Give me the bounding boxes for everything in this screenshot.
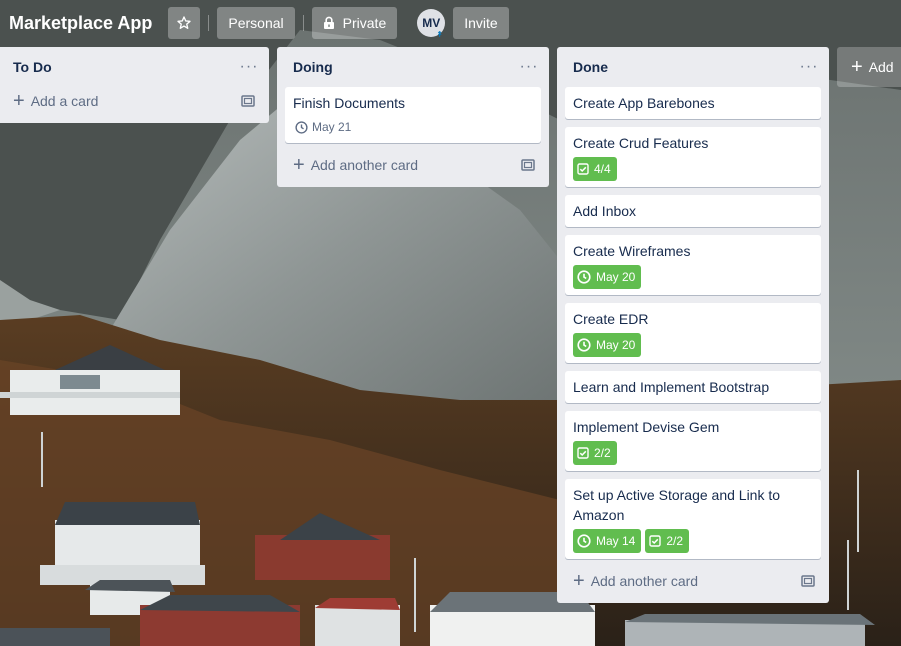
add-card-button[interactable]: + Add a card — [5, 87, 261, 115]
add-list-button[interactable]: + Add — [837, 47, 901, 87]
plus-icon: + — [293, 154, 305, 176]
add-card-label: Add another card — [310, 157, 419, 173]
add-card-label: Add another card — [590, 573, 699, 589]
clock-icon — [577, 270, 591, 284]
add-card-button[interactable]: + Add another card — [285, 151, 541, 179]
checkbox-icon — [577, 163, 589, 175]
card-create-wireframes[interactable]: Create Wireframes May 20 — [565, 235, 821, 295]
due-date-badge[interactable]: May 21 — [293, 117, 353, 137]
board-title[interactable]: Marketplace App — [9, 7, 160, 39]
member-avatar[interactable]: MV ↟ — [417, 9, 446, 39]
workspace-button[interactable]: Personal — [217, 7, 295, 39]
card-title: Implement Devise Gem — [573, 419, 720, 435]
visibility-button[interactable]: Private — [311, 7, 398, 39]
star-icon — [177, 16, 192, 29]
plus-icon: + — [13, 90, 25, 112]
visibility-label: Private — [342, 15, 387, 31]
checkbox-icon — [649, 535, 662, 547]
due-date-badge[interactable]: May 20 — [573, 333, 642, 357]
checklist-badge[interactable]: 2/2 — [645, 529, 690, 553]
list-header: Done ··· — [557, 47, 829, 87]
checklist-count: 4/4 — [594, 162, 611, 176]
list-title[interactable]: To Do — [13, 59, 52, 75]
list-menu-icon[interactable]: ··· — [517, 58, 541, 76]
header-divider — [302, 15, 304, 31]
list-header: Doing ··· — [277, 47, 549, 87]
card-template-icon[interactable] — [241, 95, 255, 107]
add-card-button[interactable]: + Add another card — [565, 567, 821, 595]
due-date-badge[interactable]: May 20 — [573, 265, 642, 289]
card-title: Create Crud Features — [573, 135, 709, 151]
card-set-up-active-storage[interactable]: Set up Active Storage and Link to Amazon… — [565, 479, 821, 559]
checklist-badge[interactable]: 4/4 — [573, 157, 617, 181]
card-list: Finish Documents May 21 — [277, 87, 549, 143]
checklist-count: 2/2 — [666, 534, 684, 548]
card-title: Create Wireframes — [573, 243, 691, 259]
invite-button[interactable]: Invite — [453, 7, 509, 39]
clock-icon — [295, 120, 308, 134]
card-title: Learn and Implement Bootstrap — [573, 379, 770, 395]
due-date-text: May 20 — [596, 338, 636, 352]
checklist-badge[interactable]: 2/2 — [573, 441, 617, 465]
list-header: To Do ··· — [0, 47, 269, 87]
clock-icon — [577, 338, 591, 352]
card-create-app-barebones[interactable]: Create App Barebones — [565, 87, 821, 119]
add-list-label: Add — [868, 59, 894, 75]
due-date-text: May 14 — [596, 534, 636, 548]
checklist-count: 2/2 — [594, 446, 611, 460]
star-board-button[interactable] — [168, 7, 201, 39]
lock-icon — [323, 16, 334, 29]
card-title: Set up Active Storage and Link to Amazon — [573, 487, 781, 523]
card-add-inbox[interactable]: Add Inbox — [565, 195, 821, 227]
card-finish-documents[interactable]: Finish Documents May 21 — [285, 87, 541, 143]
card-implement-devise-gem[interactable]: Implement Devise Gem 2/2 — [565, 411, 821, 471]
card-title: Create EDR — [573, 311, 649, 327]
plus-icon: + — [851, 56, 863, 78]
due-date-text: May 21 — [312, 120, 352, 134]
card-create-crud-features[interactable]: Create Crud Features 4/4 — [565, 127, 821, 187]
card-title: Add Inbox — [573, 203, 637, 219]
card-learn-and-implement-bootstrap[interactable]: Learn and Implement Bootstrap — [565, 371, 821, 403]
card-title: Create App Barebones — [573, 95, 715, 111]
card-create-edr[interactable]: Create EDR May 20 — [565, 303, 821, 363]
board-header: Marketplace App Personal Private MV ↟ In… — [0, 0, 901, 46]
card-title: Finish Documents — [293, 95, 406, 111]
list-doing: Doing ··· Finish Documents May 21 + Add a… — [277, 47, 549, 187]
list-menu-icon[interactable]: ··· — [237, 58, 261, 76]
list-title[interactable]: Doing — [293, 59, 333, 75]
list-title[interactable]: Done — [573, 59, 608, 75]
card-list: Create App Barebones Create Crud Feature… — [557, 87, 829, 559]
list-to-do: To Do ··· + Add a card — [0, 47, 269, 123]
list-done: Done ··· Create App Barebones Create Cru… — [557, 47, 829, 603]
card-template-icon[interactable] — [521, 159, 535, 171]
admin-chevron-icon: ↟ — [436, 30, 443, 39]
add-card-label: Add a card — [30, 93, 99, 109]
card-template-icon[interactable] — [801, 575, 815, 587]
due-date-text: May 20 — [596, 270, 636, 284]
plus-icon: + — [573, 570, 585, 592]
due-date-badge[interactable]: May 14 — [573, 529, 642, 553]
checkbox-icon — [577, 447, 589, 459]
list-menu-icon[interactable]: ··· — [797, 58, 821, 76]
clock-icon — [577, 534, 591, 548]
header-divider — [208, 15, 210, 31]
avatar-initials: MV — [422, 16, 441, 30]
